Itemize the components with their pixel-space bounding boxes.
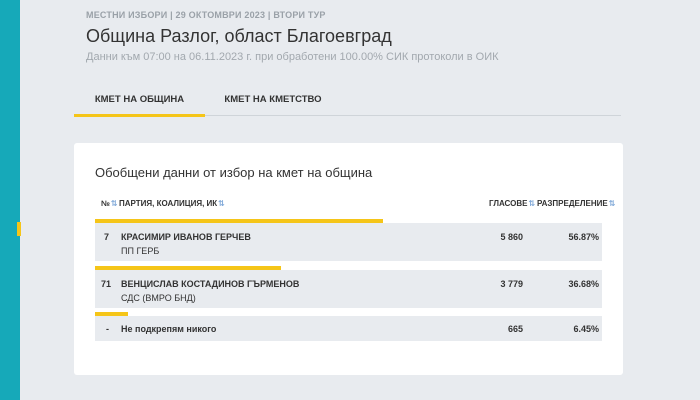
data-status-text: Данни към 07:00 на 06.11.2023 г. при обр…: [86, 51, 499, 63]
column-header-distribution[interactable]: РАЗПРЕДЕЛЕНИЕ⇅: [537, 199, 615, 208]
row-number: 7: [104, 232, 110, 242]
tab-municipality-mayor[interactable]: КМЕТ НА ОБЩИНА: [74, 86, 205, 117]
results-card: Обобщени данни от избор на кмет на общин…: [74, 143, 623, 375]
share-value: 6.45%: [573, 324, 599, 334]
card-title: Обобщени данни от избор на кмет на общин…: [95, 165, 373, 180]
column-header-votes-label: ГЛАСОВЕ: [489, 199, 528, 208]
candidate-name: Не подкрепям никого: [121, 324, 217, 334]
votes-value: 5 860: [500, 232, 523, 242]
share-value: 36.68%: [568, 279, 599, 289]
election-breadcrumb: МЕСТНИ ИЗБОРИ | 29 ОКТОМВРИ 2023 | ВТОРИ…: [86, 10, 326, 20]
tab-village-mayor[interactable]: КМЕТ НА КМЕТСТВО: [205, 86, 341, 116]
votes-value: 3 779: [500, 279, 523, 289]
column-header-votes[interactable]: ГЛАСОВЕ⇅: [489, 199, 535, 208]
row-number: -: [106, 324, 109, 334]
share-value: 56.87%: [568, 232, 599, 242]
table-row[interactable]: - Не подкрепям никого 665 6.45%: [95, 316, 602, 341]
page-header: МЕСТНИ ИЗБОРИ | 29 ОКТОМВРИ 2023 | ВТОРИ…: [86, 10, 499, 63]
column-header-party[interactable]: ПАРТИЯ, КОАЛИЦИЯ, ИК⇅: [119, 199, 225, 208]
sort-icon: ⇅: [608, 199, 616, 208]
candidate-name: ВЕНЦИСЛАВ КОСТАДИНОВ ГЪРМЕНОВ: [121, 279, 300, 289]
sidebar-active-marker: [17, 222, 21, 236]
column-header-party-label: ПАРТИЯ, КОАЛИЦИЯ, ИК: [119, 199, 218, 208]
votes-value: 665: [507, 324, 523, 334]
tab-bar: КМЕТ НА ОБЩИНА КМЕТ НА КМЕТСТВО: [74, 86, 621, 117]
column-header-distribution-label: РАЗПРЕДЕЛЕНИЕ: [537, 199, 608, 208]
column-header-number[interactable]: №⇅: [101, 199, 118, 208]
table-row[interactable]: 71 ВЕНЦИСЛАВ КОСТАДИНОВ ГЪРМЕНОВ СДС (ВМ…: [95, 270, 602, 308]
candidate-name: КРАСИМИР ИВАНОВ ГЕРЧЕВ: [121, 232, 251, 242]
sort-icon: ⇅: [110, 199, 118, 208]
left-sidebar-band: [0, 0, 20, 400]
party-name: СДС (ВМРО БНД): [121, 293, 196, 303]
sort-icon: ⇅: [218, 199, 225, 208]
table-row[interactable]: 7 КРАСИМИР ИВАНОВ ГЕРЧЕВ ПП ГЕРБ 5 860 5…: [95, 223, 602, 261]
sort-icon: ⇅: [528, 199, 536, 208]
page-title: Община Разлог, област Благоевград: [86, 26, 392, 46]
row-number: 71: [101, 279, 112, 289]
column-header-number-label: №: [101, 199, 110, 208]
party-name: ПП ГЕРБ: [121, 246, 160, 256]
